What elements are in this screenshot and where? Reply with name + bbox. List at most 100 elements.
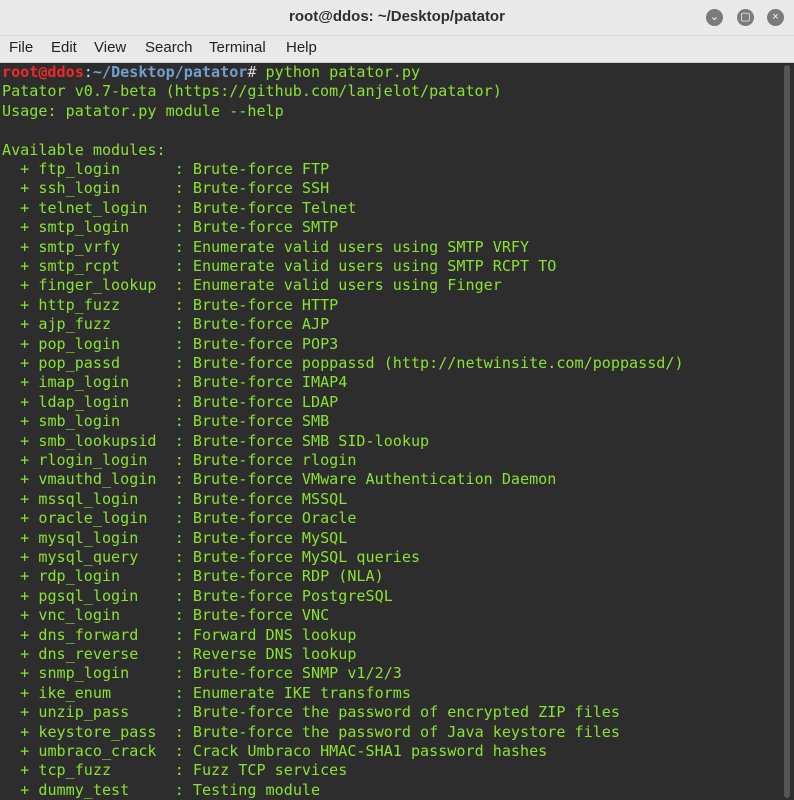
module-name: unzip_pass bbox=[38, 703, 166, 722]
module-description: : Brute-force MySQL queries bbox=[174, 548, 421, 566]
module-name: ike_enum bbox=[38, 683, 166, 702]
prompt-separator: : bbox=[83, 63, 93, 81]
module-description: : Brute-force MySQL bbox=[174, 528, 348, 547]
module-description: : Brute-force LDAP bbox=[174, 392, 339, 411]
module-row: + pop_passd : Brute-force poppassd (http… bbox=[2, 354, 684, 372]
prompt-user-host: root@ddos bbox=[2, 63, 84, 81]
module-name: imap_login bbox=[38, 373, 166, 392]
module-row: + ldap_login : Brute-force LDAP bbox=[2, 392, 339, 411]
maximize-icon[interactable]: ▢ bbox=[737, 9, 754, 26]
module-row: + mssql_login : Brute-force MSSQL bbox=[2, 489, 348, 508]
module-description: : Brute-force Oracle bbox=[174, 509, 357, 528]
menu-view[interactable]: View bbox=[94, 39, 126, 56]
module-description: : Brute-force VNC bbox=[174, 606, 330, 625]
version-line: Patator v0.7-beta (https://github.com/la… bbox=[2, 82, 502, 101]
prompt-line: root@ddos:~/Desktop/patator# python pata… bbox=[2, 63, 420, 82]
module-row: + dns_reverse : Reverse DNS lookup bbox=[2, 645, 357, 663]
module-row: + smtp_rcpt : Enumerate valid users usin… bbox=[2, 257, 557, 275]
module-name: ssh_login bbox=[38, 179, 166, 198]
module-description: : Testing module bbox=[174, 780, 321, 799]
module-row: + pgsql_login : Brute-force PostgreSQL bbox=[2, 586, 393, 605]
module-row: + vmauthd_login : Brute-force VMware Aut… bbox=[2, 470, 557, 489]
module-row: + smb_lookupsid : Brute-force SMB SID-lo… bbox=[2, 431, 430, 450]
module-row: + oracle_login : Brute-force Oracle bbox=[2, 509, 357, 528]
menu-file[interactable]: File bbox=[9, 39, 33, 56]
module-row: + keystore_pass : Brute-force the passwo… bbox=[2, 722, 620, 741]
module-name: pgsql_login bbox=[38, 586, 166, 605]
module-row: + ike_enum : Enumerate IKE transforms bbox=[2, 683, 411, 702]
module-name: dns_forward bbox=[38, 625, 166, 644]
module-name: rlogin_login bbox=[38, 451, 166, 469]
module-name: finger_lookup bbox=[38, 276, 166, 295]
module-description: : Brute-force PostgreSQL bbox=[174, 586, 393, 605]
module-row: + unzip_pass : Brute-force the password … bbox=[2, 703, 620, 722]
module-description: : Enumerate IKE transforms bbox=[174, 683, 411, 702]
menu-edit[interactable]: Edit bbox=[51, 39, 77, 56]
usage-line: Usage: patator.py module --help bbox=[2, 101, 284, 120]
module-name: ajp_fuzz bbox=[38, 315, 166, 334]
module-description: : Brute-force HTTP bbox=[174, 295, 339, 314]
prompt-path: ~/Desktop/patator bbox=[92, 63, 248, 81]
module-name: vnc_login bbox=[38, 606, 166, 625]
module-description: : Enumerate valid users using SMTP VRFY bbox=[174, 237, 530, 256]
module-name: umbraco_crack bbox=[38, 742, 166, 760]
module-name: vmauthd_login bbox=[38, 470, 166, 489]
module-description: : Brute-force AJP bbox=[174, 315, 330, 334]
module-row: + mysql_login : Brute-force MySQL bbox=[2, 528, 348, 547]
module-row: + imap_login : Brute-force IMAP4 bbox=[2, 373, 348, 392]
module-name: pop_login bbox=[38, 334, 166, 353]
module-description: : Brute-force the password of Java keyst… bbox=[174, 722, 620, 741]
module-description: : Brute-force SSH bbox=[174, 179, 330, 198]
close-icon[interactable]: × bbox=[767, 9, 784, 26]
module-row: + mysql_query : Brute-force MySQL querie… bbox=[2, 548, 421, 566]
module-row: + http_fuzz : Brute-force HTTP bbox=[2, 295, 339, 314]
module-name: telnet_login bbox=[38, 198, 166, 217]
module-name: mysql_login bbox=[38, 528, 166, 547]
module-description: : Brute-force SMB bbox=[174, 412, 330, 431]
menu-help[interactable]: Help bbox=[286, 39, 317, 56]
module-name: smb_lookupsid bbox=[38, 431, 166, 450]
module-description: : Enumerate valid users using Finger bbox=[174, 276, 502, 295]
menu-search[interactable]: Search bbox=[145, 39, 193, 56]
module-description: : Brute-force IMAP4 bbox=[174, 373, 348, 392]
module-name: ftp_login bbox=[38, 160, 166, 178]
scrollbar[interactable] bbox=[780, 63, 794, 800]
module-description: : Brute-force POP3 bbox=[174, 334, 339, 353]
minimize-icon[interactable]: ⌄ bbox=[706, 9, 723, 26]
module-name: smtp_login bbox=[38, 218, 166, 237]
module-name: mssql_login bbox=[38, 489, 166, 508]
terminal-output[interactable]: root@ddos:~/Desktop/patator# python pata… bbox=[0, 63, 780, 800]
module-description: : Brute-force VMware Authentication Daem… bbox=[174, 470, 557, 489]
module-name: keystore_pass bbox=[38, 722, 166, 741]
module-row: + smtp_vrfy : Enumerate valid users usin… bbox=[2, 237, 530, 256]
module-row: + tcp_fuzz : Fuzz TCP services bbox=[2, 761, 348, 780]
window-title: root@ddos: ~/Desktop/patator bbox=[289, 8, 505, 25]
module-name: oracle_login bbox=[38, 509, 166, 528]
module-description: : Crack Umbraco HMAC-SHA1 password hashe… bbox=[174, 742, 548, 760]
module-description: : Brute-force SMTP bbox=[174, 218, 339, 237]
module-name: dummy_test bbox=[38, 780, 166, 799]
module-name: http_fuzz bbox=[38, 295, 166, 314]
module-description: : Brute-force SMB SID-lookup bbox=[174, 431, 430, 450]
module-description: : Fuzz TCP services bbox=[174, 761, 348, 780]
module-name: rdp_login bbox=[38, 567, 166, 586]
module-description: : Forward DNS lookup bbox=[174, 625, 357, 644]
module-description: : Brute-force FTP bbox=[174, 160, 330, 178]
modules-heading: Available modules: bbox=[2, 140, 166, 159]
scrollbar-thumb[interactable] bbox=[784, 65, 790, 798]
module-description: : Brute-force MSSQL bbox=[174, 489, 348, 508]
module-name: smtp_vrfy bbox=[38, 237, 166, 256]
module-name: tcp_fuzz bbox=[38, 761, 166, 780]
module-row: + dummy_test : Testing module bbox=[2, 780, 321, 799]
module-row: + vnc_login : Brute-force VNC bbox=[2, 606, 330, 625]
module-row: + finger_lookup : Enumerate valid users … bbox=[2, 276, 502, 295]
module-row: + pop_login : Brute-force POP3 bbox=[2, 334, 339, 353]
module-name: ldap_login bbox=[38, 392, 166, 411]
menu-terminal[interactable]: Terminal bbox=[209, 39, 266, 56]
module-description: : Enumerate valid users using SMTP RCPT … bbox=[174, 257, 557, 275]
menu-bar: File Edit View Search Terminal Help bbox=[0, 36, 794, 63]
module-row: + umbraco_crack : Crack Umbraco HMAC-SHA… bbox=[2, 742, 548, 760]
module-row: + dns_forward : Forward DNS lookup bbox=[2, 625, 357, 644]
module-row: + rdp_login : Brute-force RDP (NLA) bbox=[2, 567, 384, 586]
module-name: snmp_login bbox=[38, 664, 166, 683]
